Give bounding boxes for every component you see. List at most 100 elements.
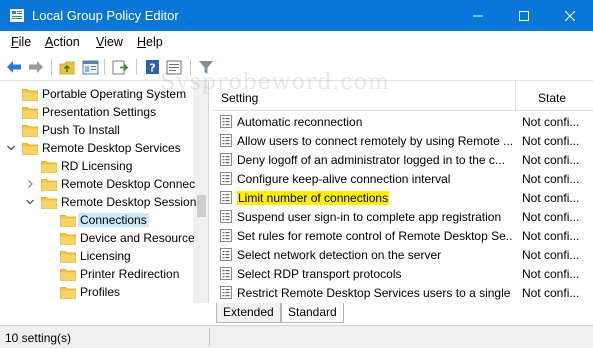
tree-item[interactable]: Licensing — [0, 247, 193, 265]
tree-item[interactable]: Printer Redirection — [0, 265, 193, 283]
tree-item[interactable]: Remote Desktop Services — [0, 139, 193, 157]
svg-text:?: ? — [149, 62, 155, 75]
policy-name: Deny logoff of an administrator logged i… — [237, 153, 505, 167]
close-button[interactable] — [547, 0, 593, 31]
back-arrow-icon — [7, 61, 21, 73]
policy-name: Set rules for remote control of Remote D… — [237, 229, 513, 243]
policy-row[interactable]: Restrict Remote Desktop Services users t… — [213, 283, 593, 302]
policy-name: Limit number of connections — [237, 191, 390, 205]
tree-item[interactable]: Portable Operating System — [0, 85, 193, 103]
menu-help[interactable]: Help — [137, 35, 163, 49]
policy-setting-icon — [219, 114, 233, 129]
policy-state: Not confi... — [522, 115, 580, 129]
menu-action[interactable]: Action — [45, 35, 80, 49]
policy-name: Automatic reconnection — [237, 115, 363, 129]
policy-row[interactable]: Allow users to connect remotely by using… — [213, 131, 593, 150]
show-hide-tree-button[interactable] — [80, 57, 100, 77]
tree-item-label: Portable Operating System — [42, 87, 187, 101]
properties-button[interactable] — [164, 57, 184, 77]
policy-state: Not confi... — [522, 191, 580, 205]
column-header-state[interactable]: State — [538, 91, 566, 105]
tree-item-label: Remote Desktop Connec — [61, 177, 196, 191]
folder-icon — [22, 124, 38, 137]
policy-row[interactable]: Suspend user sign-in to complete app reg… — [213, 207, 593, 226]
folder-icon — [60, 250, 76, 263]
column-divider[interactable] — [515, 81, 516, 111]
policy-setting-icon — [219, 190, 233, 205]
folder-icon — [22, 88, 38, 101]
policy-setting-icon — [219, 285, 233, 300]
tree-item[interactable]: Remote Desktop Session — [0, 193, 196, 211]
toolbar-separator — [190, 59, 191, 75]
forward-arrow-icon — [29, 61, 43, 73]
policy-row[interactable]: Automatic reconnection Not confi... — [213, 112, 593, 131]
help-button[interactable]: ? — [142, 57, 162, 77]
tree-item-label: Presentation Settings — [42, 105, 157, 119]
tree-item-label: Remote Desktop Services — [42, 141, 181, 155]
chevron-right-icon[interactable] — [25, 178, 35, 190]
maximize-icon — [519, 10, 529, 21]
navigation-tree[interactable]: Portable Operating System Presentation Se… — [0, 81, 209, 303]
back-button[interactable] — [4, 57, 24, 77]
policy-row[interactable]: Configure keep-alive connection interval… — [213, 169, 593, 188]
policy-state: Not confi... — [522, 286, 580, 300]
tree-item[interactable]: Remote Desktop Connec — [0, 175, 195, 193]
chevron-down-icon[interactable] — [6, 142, 16, 154]
title-bar[interactable]: Local Group Policy Editor — [0, 0, 593, 31]
policy-setting-icon — [219, 152, 233, 167]
policy-state: Not confi... — [522, 210, 580, 224]
toolbar: ? — [0, 53, 593, 81]
tab-extended[interactable]: Extended — [216, 303, 281, 323]
tree-item[interactable]: Connections — [0, 211, 193, 229]
help-icon: ? — [145, 60, 159, 75]
tree-item[interactable]: Device and Resource — [0, 229, 195, 247]
policy-name: Allow users to connect remotely by using… — [237, 134, 513, 148]
menu-bar: File Action View Help — [0, 31, 593, 53]
tree-vertical-scrollbar[interactable] — [193, 81, 208, 303]
policy-setting-icon — [219, 133, 233, 148]
list-header: Setting State — [213, 81, 593, 111]
tree-item[interactable]: Profiles — [0, 283, 193, 301]
policy-row[interactable]: Set rules for remote control of Remote D… — [213, 226, 593, 245]
folder-icon — [22, 106, 38, 119]
folder-icon — [41, 160, 57, 173]
tree-item-label: Profiles — [80, 285, 121, 299]
status-divider — [209, 328, 210, 346]
group-policy-app-icon — [9, 8, 25, 23]
forward-button[interactable] — [26, 57, 46, 77]
folder-icon — [41, 178, 57, 191]
folder-icon — [22, 142, 38, 155]
properties-icon — [166, 60, 182, 74]
show-hide-tree-icon — [82, 60, 98, 74]
up-level-button[interactable] — [57, 57, 77, 77]
folder-icon — [41, 196, 57, 209]
tree-item[interactable]: RD Licensing — [0, 157, 193, 175]
export-list-button[interactable] — [110, 57, 130, 77]
policy-row[interactable]: Deny logoff of an administrator logged i… — [213, 150, 593, 169]
policy-state: Not confi... — [522, 229, 580, 243]
tree-item-label: Printer Redirection — [80, 267, 180, 281]
tree-item-label: Connections — [78, 213, 149, 227]
menu-file[interactable]: File — [11, 35, 31, 49]
policy-name: Configure keep-alive connection interval — [237, 172, 451, 186]
policy-settings-list: Setting State Automatic reconnection Not … — [213, 81, 593, 303]
filter-button[interactable] — [196, 57, 216, 77]
chevron-down-icon[interactable] — [25, 196, 35, 208]
tree-item[interactable]: Presentation Settings — [0, 103, 193, 121]
minimize-button[interactable] — [455, 0, 501, 31]
tab-standard[interactable]: Standard — [281, 303, 344, 323]
maximize-button[interactable] — [501, 0, 547, 31]
policy-setting-icon — [219, 209, 233, 224]
policy-setting-icon — [219, 171, 233, 186]
window-title: Local Group Policy Editor — [32, 8, 179, 23]
tree-item-label: Licensing — [80, 249, 131, 263]
folder-icon — [60, 286, 76, 299]
policy-row[interactable]: Select RDP transport protocols Not confi.… — [213, 264, 593, 283]
column-header-setting[interactable]: Setting — [221, 91, 258, 105]
policy-row[interactable]: Limit number of connections Not confi... — [213, 188, 593, 207]
menu-view[interactable]: View — [96, 35, 123, 49]
policy-row[interactable]: Select network detection on the server No… — [213, 245, 593, 264]
policy-name: Select RDP transport protocols — [237, 267, 402, 281]
tree-item[interactable]: Push To Install — [0, 121, 193, 139]
folder-icon — [60, 232, 76, 245]
